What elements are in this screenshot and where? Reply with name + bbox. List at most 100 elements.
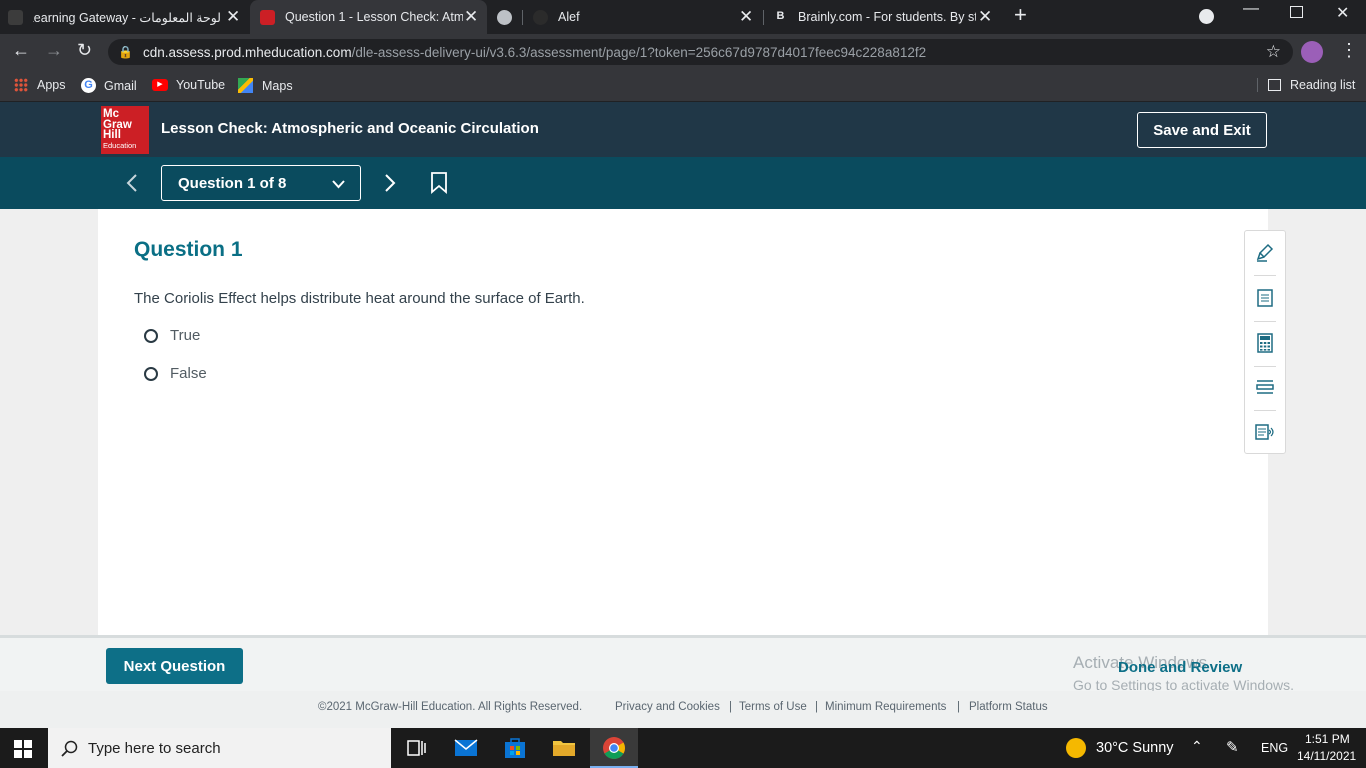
- platform-status-link[interactable]: Platform Status: [969, 701, 1048, 713]
- privacy-link[interactable]: Privacy and Cookies: [615, 701, 720, 713]
- question-selector-label: Question 1 of 8: [178, 174, 287, 192]
- bookmark-maps[interactable]: Maps: [238, 78, 293, 93]
- close-icon[interactable]: ✕: [464, 7, 478, 27]
- tab-search-icon[interactable]: [1199, 9, 1214, 24]
- bookmark-apps[interactable]: Apps: [14, 78, 66, 92]
- reading-list-label: Reading list: [1290, 78, 1356, 92]
- tab-alef[interactable]: Alef ✕: [533, 0, 761, 34]
- previous-question-icon[interactable]: [125, 174, 139, 192]
- pen-icon[interactable]: ✎: [1226, 738, 1239, 756]
- bookmarks-bar: Apps G Gmail ▶ YouTube Maps Reading list: [0, 70, 1366, 102]
- app-header: Mc Graw Hill Education Lesson Check: Atm…: [0, 102, 1366, 157]
- forward-arrow-icon[interactable]: →: [45, 40, 63, 61]
- loading-icon: [497, 9, 512, 25]
- tab-learning-gateway[interactable]: لوحة المعلومات - Learning Gateway ✕: [8, 0, 246, 34]
- bookmark-star-icon[interactable]: ☆: [1266, 42, 1281, 62]
- chrome-icon: [603, 737, 625, 759]
- question-prompt: The Coriolis Effect helps distribute hea…: [134, 290, 585, 307]
- address-bar[interactable]: 🔒 cdn.assess.prod.mheducation.com/dle-as…: [108, 39, 1293, 65]
- bookmark-question-icon[interactable]: [430, 172, 448, 194]
- close-window-icon[interactable]: ✕: [1336, 3, 1349, 23]
- mcgraw-hill-favicon-icon: [260, 9, 275, 25]
- radio-button[interactable]: [144, 366, 158, 381]
- chrome-taskbar-button[interactable]: [590, 728, 638, 768]
- language-indicator[interactable]: ENG: [1261, 741, 1288, 755]
- next-question-icon[interactable]: [383, 174, 397, 192]
- microsoft-store-icon[interactable]: [503, 736, 527, 760]
- chevron-down-icon: [332, 180, 345, 189]
- tool-divider: [1254, 275, 1276, 276]
- minimize-icon[interactable]: —: [1243, 0, 1259, 18]
- reading-list[interactable]: Reading list: [1257, 78, 1355, 92]
- lock-icon: 🔒: [118, 45, 133, 59]
- file-explorer-icon[interactable]: [552, 736, 576, 760]
- close-icon[interactable]: ✕: [739, 7, 753, 27]
- clock-time[interactable]: 1:51 PM: [1305, 732, 1350, 746]
- question-selector-dropdown[interactable]: Question 1 of 8: [161, 165, 361, 201]
- done-and-review-link[interactable]: Done and Review: [1118, 659, 1242, 676]
- calculator-icon[interactable]: [1255, 333, 1275, 353]
- clock-date[interactable]: 14/11/2021: [1297, 749, 1356, 763]
- youtube-icon: ▶: [152, 79, 168, 91]
- menu-dots-icon[interactable]: ⋮: [1340, 40, 1358, 61]
- next-question-button[interactable]: Next Question: [106, 648, 243, 684]
- tab-brainly[interactable]: B Brainly.com - For students. By stu ✕: [773, 0, 998, 34]
- copyright-text: ©2021 McGraw-Hill Education. All Rights …: [318, 701, 583, 713]
- assessment-title: Lesson Check: Atmospheric and Oceanic Ci…: [161, 120, 539, 137]
- url-domain: cdn.assess.prod.mheducation.com: [142, 44, 352, 60]
- highlighter-icon[interactable]: [1255, 243, 1275, 263]
- assessment-footer: Next Question Activate Windows Go to Set…: [0, 635, 1366, 693]
- terms-link[interactable]: Terms of Use: [739, 701, 807, 713]
- question-navigation: Question 1 of 8: [0, 157, 1366, 209]
- answer-option-false[interactable]: False: [144, 365, 207, 382]
- tab-title: Brainly.com - For students. By stu: [798, 10, 976, 24]
- weather-sun-icon[interactable]: [1066, 738, 1086, 758]
- new-tab-icon[interactable]: +: [1014, 2, 1027, 28]
- text-to-speech-icon[interactable]: [1255, 422, 1275, 442]
- profile-avatar[interactable]: [1301, 41, 1323, 63]
- windows-start-icon[interactable]: [14, 740, 32, 758]
- radio-button[interactable]: [144, 328, 158, 343]
- restore-icon[interactable]: [1290, 6, 1303, 18]
- requirements-link[interactable]: Minimum Requirements: [825, 701, 946, 713]
- tab-favicon: [8, 9, 23, 25]
- task-view-icon[interactable]: [405, 736, 429, 760]
- link-separator: |: [957, 701, 960, 713]
- bookmark-gmail[interactable]: G Gmail: [81, 78, 137, 93]
- bookmark-label: Gmail: [104, 78, 137, 93]
- tool-divider: [1254, 321, 1276, 322]
- mail-icon[interactable]: [454, 736, 478, 760]
- search-placeholder: Type here to search: [88, 739, 221, 757]
- legal-footer: ©2021 McGraw-Hill Education. All Rights …: [0, 691, 1366, 728]
- line-reader-icon[interactable]: [1255, 377, 1275, 397]
- weather-text[interactable]: 30°C Sunny: [1096, 740, 1174, 756]
- bookmark-youtube[interactable]: ▶ YouTube: [152, 78, 225, 92]
- tool-divider: [1254, 366, 1276, 367]
- taskbar-search-box[interactable]: Type here to search: [48, 728, 391, 768]
- tab-loading[interactable]: [492, 0, 522, 34]
- link-separator: |: [815, 701, 818, 713]
- tab-favicon: [533, 9, 548, 25]
- close-icon[interactable]: ✕: [978, 7, 992, 27]
- answer-label: True: [170, 327, 201, 344]
- maps-icon: [238, 78, 253, 93]
- tab-question-1[interactable]: Question 1 - Lesson Check: Atmo ✕: [250, 0, 487, 34]
- notes-icon[interactable]: [1255, 288, 1275, 308]
- tab-divider: [522, 10, 523, 25]
- reload-icon[interactable]: ↻: [77, 40, 92, 61]
- tab-title: Alef: [558, 10, 580, 24]
- browser-tab-strip: لوحة المعلومات - Learning Gateway ✕ Ques…: [0, 0, 1366, 34]
- tab-title: لوحة المعلومات - Learning Gateway: [33, 10, 221, 25]
- chevron-up-icon[interactable]: ⌃: [1191, 738, 1203, 755]
- back-arrow-icon[interactable]: ←: [12, 40, 30, 61]
- url-path: /dle-assess-delivery-ui/v3.6.3/assessmen…: [351, 44, 927, 60]
- save-and-exit-button[interactable]: Save and Exit: [1137, 112, 1267, 148]
- bookmark-label: YouTube: [176, 78, 226, 92]
- tab-title: Question 1 - Lesson Check: Atmo: [285, 10, 463, 24]
- apps-grid-icon: [14, 78, 28, 92]
- bookmark-label: Apps: [37, 78, 66, 92]
- question-card: Question 1 The Coriolis Effect helps dis…: [98, 209, 1268, 635]
- close-icon[interactable]: ✕: [226, 7, 240, 27]
- question-title: Question 1: [134, 238, 243, 261]
- answer-option-true[interactable]: True: [144, 327, 200, 344]
